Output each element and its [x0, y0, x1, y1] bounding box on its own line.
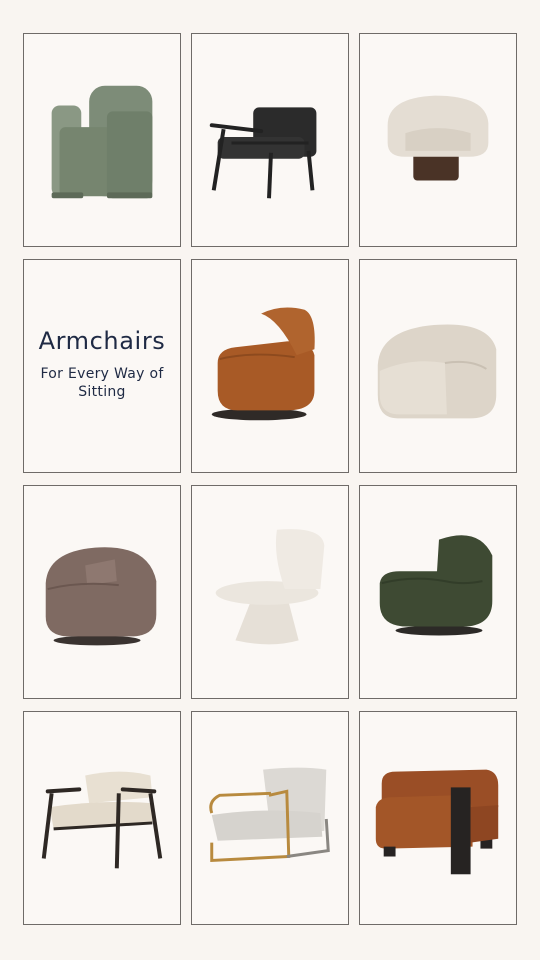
product-tile-6[interactable] — [23, 485, 181, 699]
white-boucle-pedestal-chair-image — [215, 529, 325, 645]
shearling-wood-frame-chair-image — [41, 771, 163, 869]
product-tile-3[interactable] — [359, 33, 517, 247]
page-subtitle: For Every Way of Sitting — [40, 366, 164, 400]
product-tile-1[interactable] — [23, 33, 181, 247]
title-card: Armchairs For Every Way of Sitting — [23, 259, 181, 473]
product-tile-5[interactable] — [359, 259, 517, 473]
rust-boucle-block-arm-chair-image — [375, 769, 499, 875]
product-tile-9[interactable] — [23, 711, 181, 925]
product-grid: Armchairs For Every Way of Sitting — [23, 33, 517, 925]
black-leather-lounge-chair-image — [209, 107, 317, 199]
product-tile-2[interactable] — [191, 33, 349, 247]
product-tile-8[interactable] — [359, 485, 517, 699]
product-tile-4[interactable] — [191, 259, 349, 473]
product-tile-11[interactable] — [359, 711, 517, 925]
page-title: Armchairs — [38, 327, 166, 355]
product-tile-10[interactable] — [191, 711, 349, 925]
rust-boucle-swivel-chair-image — [211, 307, 315, 421]
product-tile-7[interactable] — [191, 485, 349, 699]
green-upholstered-armchair-image — [51, 85, 153, 199]
forest-green-boucle-swivel-chair-image — [379, 535, 493, 636]
taupe-boucle-swivel-chair-image — [45, 547, 157, 646]
oatmeal-boucle-barrel-chair-image — [377, 324, 497, 419]
cream-barrel-swivel-chair-image — [387, 95, 489, 181]
grey-boucle-brass-frame-chair-image — [209, 767, 330, 863]
